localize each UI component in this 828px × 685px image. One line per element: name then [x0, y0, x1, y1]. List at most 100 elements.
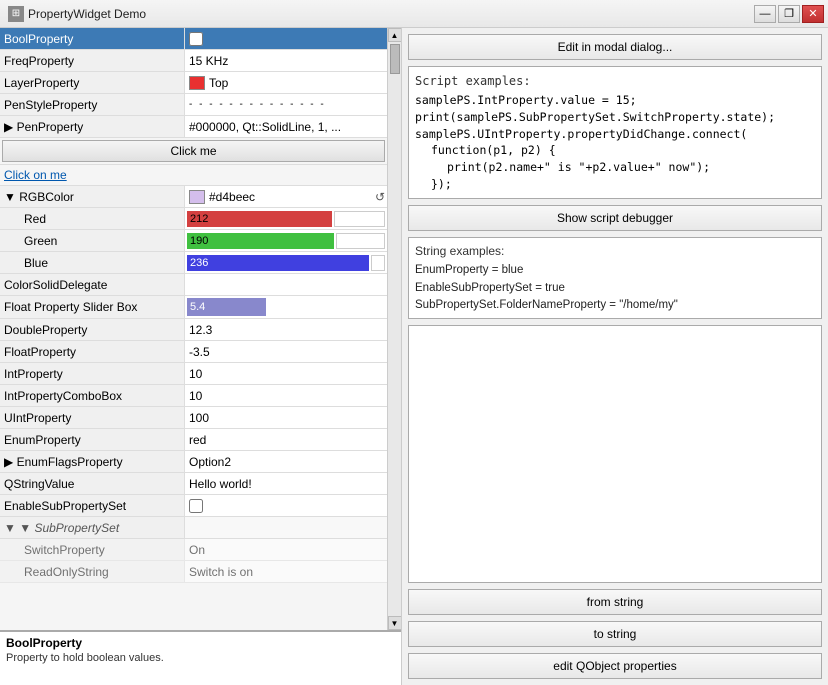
prop-row-double[interactable]: DoubleProperty 12.3 [0, 319, 387, 341]
edit-modal-button[interactable]: Edit in modal dialog... [408, 34, 822, 60]
scroll-down-button[interactable]: ▼ [388, 616, 402, 630]
prop-value-subpropertyset [185, 517, 387, 538]
prop-row-blue[interactable]: Blue 236 [0, 252, 387, 274]
to-string-button[interactable]: to string [408, 621, 822, 647]
titlebar: ⊞ PropertyWidget Demo — ❐ ✕ [0, 0, 828, 28]
prop-value-penproperty: #000000, Qt::SolidLine, 1, ... [185, 116, 387, 137]
prop-row-int[interactable]: IntProperty 10 [0, 363, 387, 385]
string-examples-box: String examples: EnumProperty = blue Ena… [408, 237, 822, 319]
reset-icon[interactable]: ↺ [375, 190, 385, 204]
prop-value-int: 10 [185, 363, 387, 384]
text-area[interactable] [408, 325, 822, 583]
prop-value-red[interactable]: 212 [185, 208, 387, 229]
app-icon: ⊞ [8, 6, 24, 22]
prop-row-enumflags[interactable]: ▶ EnumFlagsProperty Option2 [0, 451, 387, 473]
prop-value-colorsolid [185, 274, 387, 295]
prop-row-uint[interactable]: UIntProperty 100 [0, 407, 387, 429]
scroll-thumb[interactable] [390, 44, 400, 74]
click-me-button[interactable]: Click me [2, 140, 385, 162]
prop-row-freqproperty[interactable]: FreqProperty 15 KHz [0, 50, 387, 72]
prop-row-penproperty[interactable]: ▶ PenProperty #000000, Qt::SolidLine, 1,… [0, 116, 387, 138]
prop-row-boolproperty[interactable]: BoolProperty [0, 28, 387, 50]
scroll-up-button[interactable]: ▲ [388, 28, 402, 42]
minimize-button[interactable]: — [754, 5, 776, 23]
prop-row-readonly: ReadOnlyString Switch is on [0, 561, 387, 583]
prop-row-subpropertyset[interactable]: ▼ ▼ SubPropertySet [0, 517, 387, 539]
description-text: Property to hold boolean values. [6, 652, 395, 664]
prop-value-enumflags: Option2 [185, 451, 387, 472]
float-bar: 5.4 [187, 298, 266, 316]
string-line-2: EnableSubPropertySet = true [415, 280, 815, 297]
prop-value-floatslider[interactable]: 5.4 [185, 296, 387, 318]
prop-name-int: IntProperty [0, 363, 185, 384]
prop-name-floatslider: Float Property Slider Box [0, 296, 185, 318]
prop-value-uint: 100 [185, 407, 387, 428]
script-line-2: print(samplePS.SubPropertySet.SwitchProp… [415, 109, 815, 126]
prop-name-green: Green [0, 230, 185, 251]
prop-value-enablesub[interactable] [185, 495, 387, 516]
prop-row-colorsolid[interactable]: ColorSolidDelegate [0, 274, 387, 296]
edit-qobject-button[interactable]: edit QObject properties [408, 653, 822, 679]
rgb-expand-arrow[interactable]: ▼ [4, 190, 16, 204]
script-line-6: }); [415, 176, 815, 193]
window-title: PropertyWidget Demo [28, 7, 146, 21]
prop-name-colorsolid: ColorSolidDelegate [0, 274, 185, 295]
prop-row-qstring[interactable]: QStringValue Hello world! [0, 473, 387, 495]
click-on-me-link[interactable]: Click on me [0, 165, 387, 186]
close-button[interactable]: ✕ [802, 5, 824, 23]
prop-row-intcombo[interactable]: IntPropertyComboBox 10 [0, 385, 387, 407]
property-rows-area[interactable]: BoolProperty FreqProperty 15 KHz [0, 28, 387, 630]
titlebar-buttons: — ❐ ✕ [754, 5, 824, 23]
script-examples-box: Script examples: samplePS.IntProperty.va… [408, 66, 822, 199]
prop-name-uint: UIntProperty [0, 407, 185, 428]
prop-row-floatslider[interactable]: Float Property Slider Box 5.4 [0, 296, 387, 319]
prop-row-float[interactable]: FloatProperty -3.5 [0, 341, 387, 363]
prop-name-enumflags[interactable]: ▶ EnumFlagsProperty [0, 451, 185, 472]
prop-value-layerproperty[interactable]: Top [185, 72, 387, 93]
green-bar-container: 190 [187, 233, 385, 249]
prop-value-enum: red [185, 429, 387, 450]
blue-bar: 236 [187, 255, 369, 271]
prop-row-penstyle[interactable]: PenStyleProperty - - - - - - - - - - - -… [0, 94, 387, 116]
prop-row-layerproperty[interactable]: LayerProperty Top [0, 72, 387, 94]
prop-name-subpropertyset[interactable]: ▼ ▼ SubPropertySet [0, 517, 185, 538]
prop-name-double: DoubleProperty [0, 319, 185, 340]
prop-name-freqproperty: FreqProperty [0, 50, 185, 71]
prop-row-green[interactable]: Green 190 [0, 230, 387, 252]
scrollbar-track[interactable]: ▲ ▼ [387, 28, 401, 630]
enumflags-expand-arrow[interactable]: ▶ [4, 455, 13, 469]
restore-button[interactable]: ❐ [778, 5, 800, 23]
from-string-button[interactable]: from string [408, 589, 822, 615]
prop-value-readonly: Switch is on [185, 561, 387, 582]
prop-name-rgbcolor[interactable]: ▼ RGBColor [0, 186, 185, 207]
description-area: BoolProperty Property to hold boolean va… [0, 630, 401, 685]
script-line-3: samplePS.UIntProperty.propertyDidChange.… [415, 126, 815, 143]
prop-row-switch[interactable]: SwitchProperty On [0, 539, 387, 561]
sub-expand-arrow[interactable]: ▼ [4, 521, 16, 535]
prop-row-red[interactable]: Red 212 [0, 208, 387, 230]
enablesub-checkbox[interactable] [189, 499, 203, 513]
prop-value-freqproperty: 15 KHz [185, 50, 387, 71]
prop-name-readonly: ReadOnlyString [0, 561, 185, 582]
prop-value-blue[interactable]: 236 [185, 252, 387, 273]
prop-name-enablesub: EnableSubPropertySet [0, 495, 185, 516]
string-line-1: EnumProperty = blue [415, 262, 815, 279]
bool-checkbox[interactable] [189, 32, 203, 46]
prop-row-enablesub[interactable]: EnableSubPropertySet [0, 495, 387, 517]
script-line-1: samplePS.IntProperty.value = 15; [415, 92, 815, 109]
pen-expand-arrow[interactable]: ▶ [4, 120, 13, 134]
layer-color-swatch [189, 76, 205, 90]
prop-value-green[interactable]: 190 [185, 230, 387, 251]
string-line-3: SubPropertySet.FolderNameProperty = "/ho… [415, 297, 815, 314]
prop-value-boolproperty[interactable] [185, 28, 387, 49]
prop-name-boolproperty: BoolProperty [0, 28, 185, 49]
prop-name-penproperty[interactable]: ▶ PenProperty [0, 116, 185, 137]
property-table-wrapper: BoolProperty FreqProperty 15 KHz [0, 28, 401, 630]
show-debugger-button[interactable]: Show script debugger [408, 205, 822, 231]
prop-name-penstyle: PenStyleProperty [0, 94, 185, 115]
prop-name-layerproperty: LayerProperty [0, 72, 185, 93]
prop-value-double: 12.3 [185, 319, 387, 340]
prop-value-rgbcolor[interactable]: #d4beec ↺ [185, 186, 387, 207]
prop-row-rgbcolor[interactable]: ▼ RGBColor #d4beec ↺ [0, 186, 387, 208]
prop-row-enum[interactable]: EnumProperty red [0, 429, 387, 451]
